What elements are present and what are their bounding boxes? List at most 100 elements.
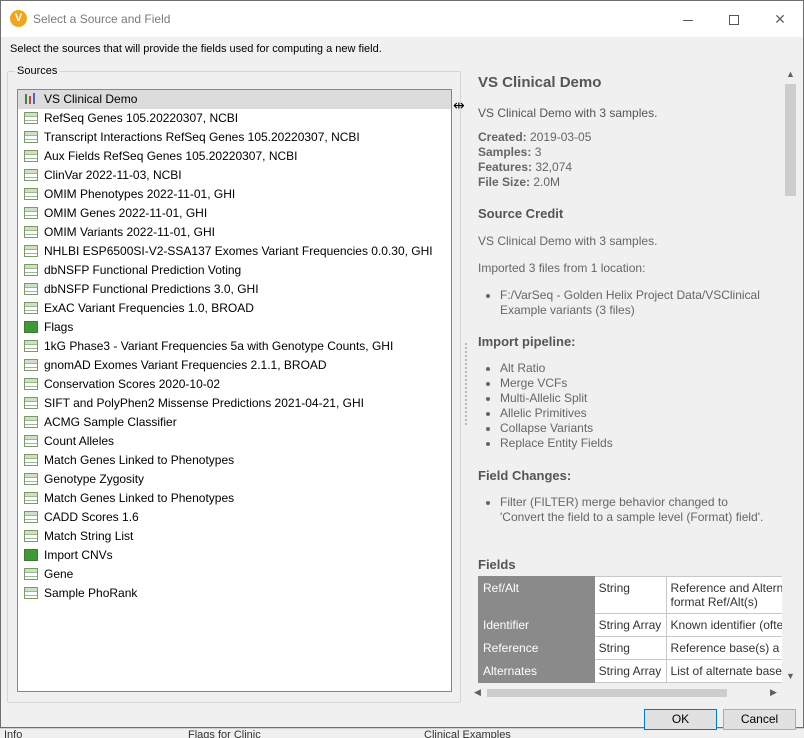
title-bar: V Select a Source and Field ✕	[1, 1, 803, 37]
table-icon	[24, 112, 38, 124]
source-item[interactable]: Match Genes Linked to Phenotypes	[18, 451, 451, 470]
scroll-down-icon[interactable]: ▼	[786, 671, 795, 681]
detail-horizontal-scrollbar[interactable]: ◀ ▶	[470, 685, 782, 701]
scroll-left-icon[interactable]: ◀	[474, 687, 481, 698]
source-item-label: Sample PhoRank	[44, 586, 138, 600]
table-icon	[24, 150, 38, 162]
source-item-label: dbNSFP Functional Prediction Voting	[44, 263, 242, 277]
source-credit-text: VS Clinical Demo with 3 samples.	[478, 234, 658, 248]
source-item-label: gnomAD Exomes Variant Frequencies 2.1.1,…	[44, 358, 327, 372]
table-icon	[24, 340, 38, 352]
maximize-button[interactable]	[711, 1, 757, 37]
field-type-cell: String Array	[593, 659, 667, 683]
table-icon	[24, 169, 38, 181]
field-name-cell: Ref/Alt	[478, 576, 595, 614]
source-item-label: Conservation Scores 2020-10-02	[44, 377, 221, 391]
detail-summary: VS Clinical Demo with 3 samples.	[478, 106, 658, 120]
detail-title: VS Clinical Demo	[478, 74, 602, 91]
source-item[interactable]: Transcript Interactions RefSeq Genes 105…	[18, 128, 451, 147]
window-title: Select a Source and Field	[33, 12, 171, 26]
field-change-item: Filter (FILTER) merge behavior changed t…	[500, 495, 770, 525]
source-item[interactable]: Import CNVs	[18, 546, 451, 565]
field-desc-cell: Reference and Altern format Ref/Alt(s)	[665, 576, 782, 614]
source-item[interactable]: gnomAD Exomes Variant Frequencies 2.1.1,…	[18, 356, 451, 375]
source-item-label: OMIM Phenotypes 2022-11-01, GHI	[44, 187, 236, 201]
source-item[interactable]: ClinVar 2022-11-03, NCBI	[18, 166, 451, 185]
source-item[interactable]: VS Clinical Demo	[18, 90, 451, 109]
source-item[interactable]: NHLBI ESP6500SI-V2-SSA137 Exomes Variant…	[18, 242, 451, 261]
source-item[interactable]: dbNSFP Functional Prediction Voting	[18, 261, 451, 280]
table-icon	[24, 568, 38, 580]
close-button[interactable]: ✕	[757, 1, 803, 37]
source-item[interactable]: CADD Scores 1.6	[18, 508, 451, 527]
scroll-right-icon[interactable]: ▶	[770, 687, 777, 698]
table-icon	[24, 264, 38, 276]
background-label-examples: Clinical Examples	[424, 729, 511, 738]
table-icon	[24, 226, 38, 238]
source-item-label: Match Genes Linked to Phenotypes	[44, 491, 235, 505]
source-item[interactable]: OMIM Phenotypes 2022-11-01, GHI	[18, 185, 451, 204]
field-row: Identifier String Array Known identifier (…	[478, 613, 782, 637]
imported-text: Imported 3 files from 1 location:	[478, 261, 646, 275]
field-row: Ref/Alt String Reference and Altern format…	[478, 576, 782, 614]
ok-button[interactable]: OK	[644, 709, 717, 730]
source-item[interactable]: 1kG Phase3 - Variant Frequencies 5a with…	[18, 337, 451, 356]
table-icon	[24, 207, 38, 219]
source-item-label: CADD Scores 1.6	[44, 510, 139, 524]
import-location: F:/VarSeq - Golden Helix Project Data/VS…	[500, 288, 770, 318]
source-item[interactable]: Match String List	[18, 527, 451, 546]
pipeline-list: Alt RatioMerge VCFsMulti-Allelic SplitAl…	[500, 361, 613, 451]
source-item-label: OMIM Variants 2022-11-01, GHI	[44, 225, 215, 239]
horizontal-scroll-thumb[interactable]	[487, 689, 727, 697]
source-item[interactable]: RefSeq Genes 105.20220307, NCBI	[18, 109, 451, 128]
source-item[interactable]: Match Genes Linked to Phenotypes	[18, 489, 451, 508]
source-item-label: Import CNVs	[44, 548, 113, 562]
sources-legend: Sources	[15, 65, 60, 77]
source-item-label: SIFT and PolyPhen2 Missense Predictions …	[44, 396, 364, 410]
source-item[interactable]: Count Alleles	[18, 432, 451, 451]
table-icon	[24, 454, 38, 466]
features-row: Features: 32,074	[478, 160, 573, 174]
cancel-button[interactable]: Cancel	[723, 709, 796, 730]
field-row: Alternates String Array List of alternate …	[478, 659, 782, 683]
pipeline-step: Multi-Allelic Split	[500, 391, 613, 406]
samples-row: Samples: 3	[478, 145, 542, 159]
source-list[interactable]: VS Clinical Demo RefSeq Genes 105.2022030…	[17, 89, 452, 692]
source-item-label: Count Alleles	[44, 434, 115, 448]
created-row: Created: 2019-03-05	[478, 130, 592, 144]
scroll-up-icon[interactable]: ▲	[786, 69, 795, 79]
minimize-icon	[683, 19, 693, 21]
pipeline-heading: Import pipeline:	[478, 334, 576, 349]
source-item-label: VS Clinical Demo	[44, 92, 138, 106]
source-item[interactable]: OMIM Genes 2022-11-01, GHI	[18, 204, 451, 223]
source-item[interactable]: OMIM Variants 2022-11-01, GHI	[18, 223, 451, 242]
splitter-handle[interactable]	[465, 343, 467, 425]
table-icon	[24, 131, 38, 143]
source-item[interactable]: SIFT and PolyPhen2 Missense Predictions …	[18, 394, 451, 413]
source-item[interactable]: Conservation Scores 2020-10-02	[18, 375, 451, 394]
source-detail-pane: VS Clinical Demo VS Clinical Demo with 3…	[470, 67, 782, 701]
table-icon	[24, 378, 38, 390]
source-item[interactable]: Sample PhoRank	[18, 584, 451, 603]
flag-table-icon	[24, 321, 38, 333]
source-item[interactable]: Flags	[18, 318, 451, 337]
source-item-label: Aux Fields RefSeq Genes 105.20220307, NC…	[44, 149, 298, 163]
source-item[interactable]: Gene	[18, 565, 451, 584]
minimize-button[interactable]	[665, 1, 711, 37]
source-item[interactable]: ACMG Sample Classifier	[18, 413, 451, 432]
vertical-scroll-thumb[interactable]	[785, 84, 796, 196]
pipeline-step: Allelic Primitives	[500, 406, 613, 421]
source-item[interactable]: dbNSFP Functional Predictions 3.0, GHI	[18, 280, 451, 299]
pipeline-step: Replace Entity Fields	[500, 436, 613, 451]
field-desc-cell: Reference base(s) a	[665, 636, 782, 660]
source-item[interactable]: ExAC Variant Frequencies 1.0, BROAD	[18, 299, 451, 318]
sample-pins-icon	[24, 93, 38, 105]
source-item-label: Gene	[44, 567, 74, 581]
pipeline-step: Alt Ratio	[500, 361, 613, 376]
detail-vertical-scrollbar[interactable]: ▲ ▼	[782, 67, 799, 685]
field-name-cell: Identifier	[478, 613, 595, 637]
source-item[interactable]: Genotype Zygosity	[18, 470, 451, 489]
table-icon	[24, 416, 38, 428]
source-item[interactable]: Aux Fields RefSeq Genes 105.20220307, NC…	[18, 147, 451, 166]
field-name-cell: Alternates	[478, 659, 595, 683]
